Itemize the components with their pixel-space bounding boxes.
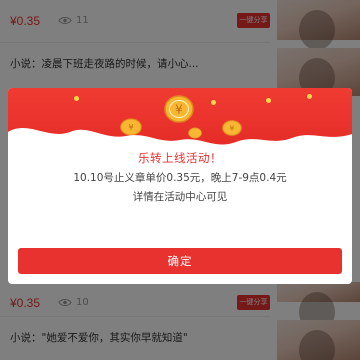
screen: ¥0.35 11 一键分享 小说：凌晨下班走夜路的时候，请小心... ¥0.35…: [0, 0, 360, 360]
dialog-message-line2: 详情在活动中心可见: [132, 191, 228, 203]
sparkle-icon: [266, 98, 271, 103]
confirm-button[interactable]: 确定: [18, 248, 342, 274]
sparkle-icon: [74, 96, 79, 101]
dialog-message-line1: 10.10号止义章单价0.35元，晚上7-9点0.4元: [73, 172, 287, 184]
sparkle-icon: [211, 100, 216, 105]
sparkle-icon: [307, 94, 312, 99]
dialog-title: 乐转上线活动！: [138, 151, 222, 165]
activity-dialog: ¥ ¥ ¥ 乐转上线活动！ 10.10号止义章单价0.35元，晚上7-9点0.4…: [8, 88, 352, 284]
